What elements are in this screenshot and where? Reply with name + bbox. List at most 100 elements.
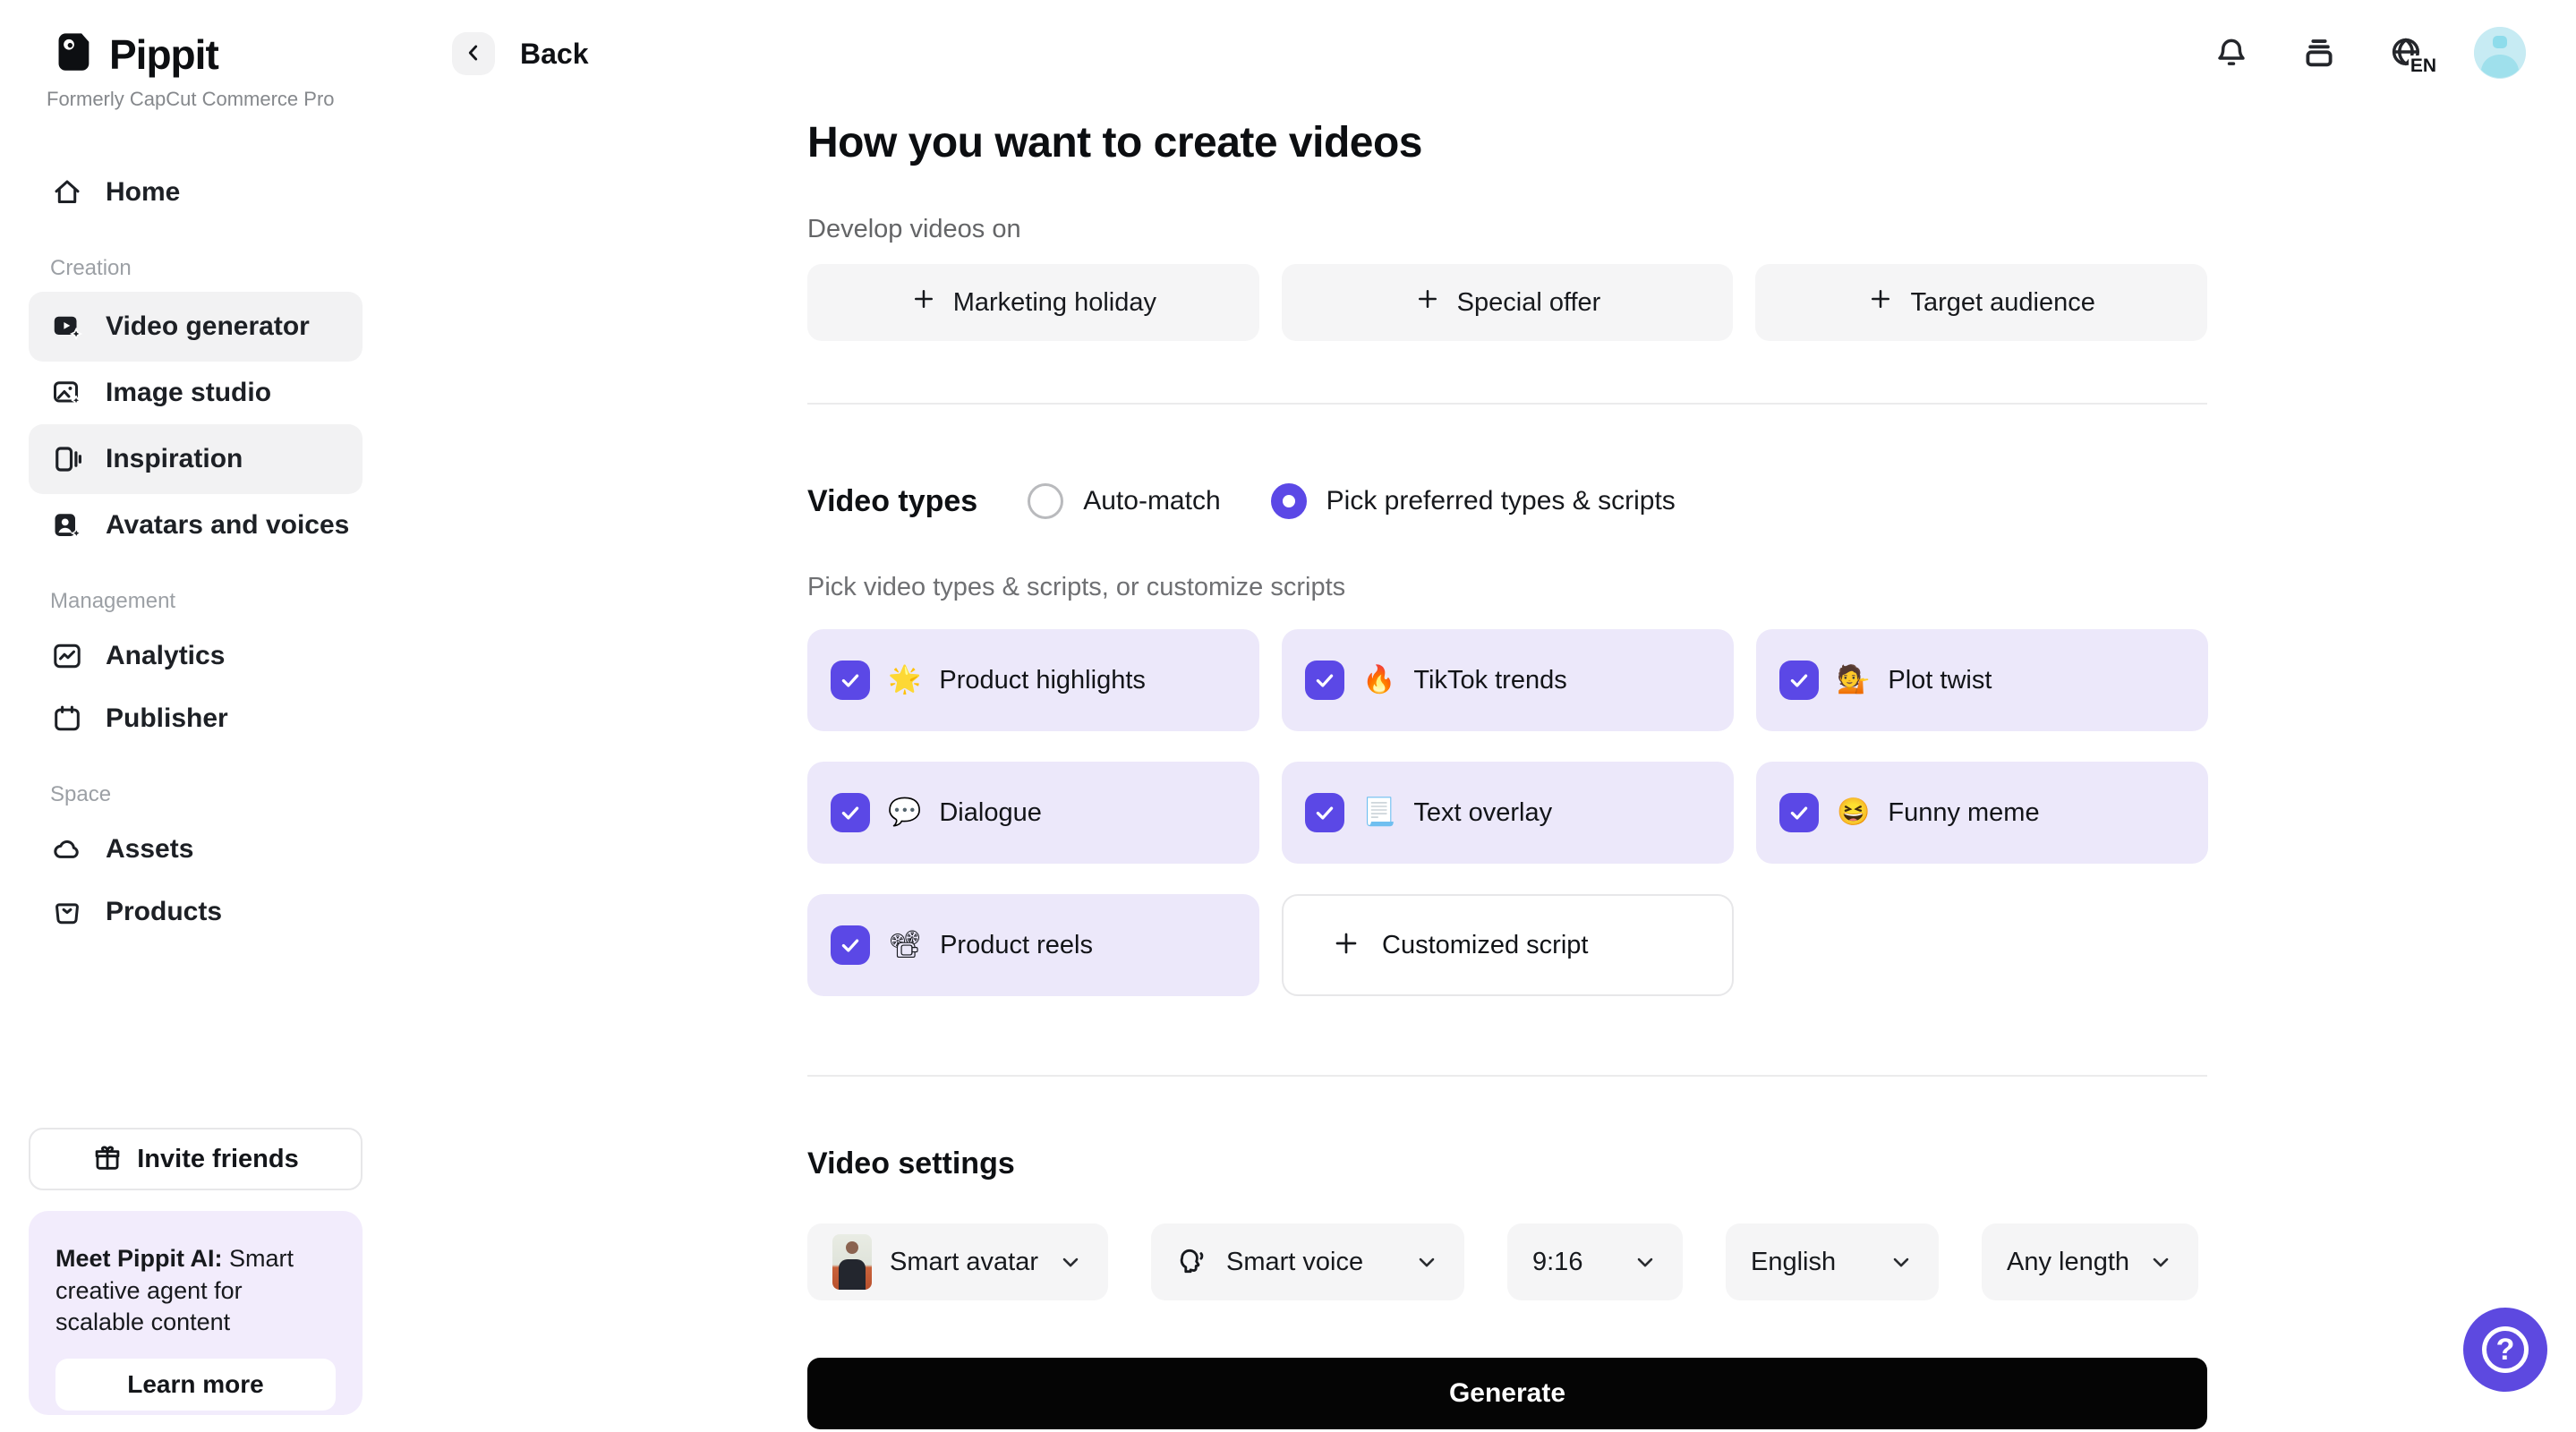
card-label: Funny meme	[1888, 798, 2039, 828]
promo-text: Meet Pippit AI: Smart creative agent for…	[55, 1243, 336, 1339]
video-type-cards-grid: 🌟 Product highlights 🔥 TikTok trends 💁 P…	[807, 629, 2208, 996]
sidebar-item-image-studio[interactable]: Image studio	[29, 362, 363, 424]
fire-emoji: 🔥	[1362, 667, 1395, 694]
home-icon	[50, 175, 84, 209]
promo-title: Meet Pippit AI:	[55, 1245, 223, 1272]
sidebar-item-label: Video generator	[106, 311, 310, 342]
film-projector-emoji: 📽	[888, 932, 922, 959]
smart-voice-dropdown[interactable]: Smart voice	[1151, 1223, 1464, 1300]
plus-icon	[1414, 286, 1441, 320]
section-divider	[807, 403, 2207, 405]
section-divider	[807, 1075, 2207, 1077]
back-button[interactable]	[452, 32, 495, 75]
card-plot-twist[interactable]: 💁 Plot twist	[1756, 629, 2208, 731]
develop-option-label: Marketing holiday	[953, 288, 1156, 318]
pippit-logo-icon	[50, 29, 97, 80]
develop-option-label: Special offer	[1457, 288, 1601, 318]
chevron-down-icon	[2148, 1249, 2173, 1274]
checkbox-checked-icon[interactable]	[1779, 793, 1819, 832]
image-studio-icon	[50, 376, 84, 410]
add-target-audience-button[interactable]: Target audience	[1755, 264, 2207, 341]
card-funny-meme[interactable]: 😆 Funny meme	[1756, 762, 2208, 864]
sidebar-item-products[interactable]: Products	[29, 881, 363, 943]
laughing-emoji: 😆	[1837, 799, 1870, 826]
chevron-left-icon	[462, 41, 485, 67]
video-settings-heading: Video settings	[807, 1146, 1015, 1181]
sidebar-item-analytics[interactable]: Analytics	[29, 625, 363, 687]
help-button[interactable]: ?	[2463, 1308, 2547, 1392]
develop-options-row: Marketing holiday Special offer Target a…	[807, 264, 2207, 341]
develop-option-label: Target audience	[1910, 288, 2094, 318]
radio-pick-preferred[interactable]: Pick preferred types & scripts	[1271, 483, 1676, 519]
card-label: Dialogue	[939, 798, 1041, 828]
checkbox-checked-icon[interactable]	[831, 661, 870, 700]
video-length-dropdown[interactable]: Any length	[1982, 1223, 2198, 1300]
checkbox-checked-icon[interactable]	[831, 793, 870, 832]
dropdown-value: Any length	[2007, 1248, 2129, 1277]
avatars-voices-icon	[50, 508, 84, 542]
user-avatar[interactable]	[2474, 27, 2526, 79]
dropdown-value: 9:16	[1532, 1248, 1582, 1277]
inbox-stack-icon[interactable]	[2299, 32, 2340, 73]
sidebar-nav: Home Creation Video generator	[29, 161, 363, 943]
chevron-down-icon	[1414, 1249, 1439, 1274]
video-settings-row: Smart avatar Smart voice 9:16	[807, 1223, 2198, 1300]
language-globe-icon[interactable]: EN	[2386, 32, 2427, 73]
radio-selected-icon	[1271, 483, 1307, 519]
checkbox-checked-icon[interactable]	[1305, 661, 1344, 700]
card-tiktok-trends[interactable]: 🔥 TikTok trends	[1282, 629, 1734, 731]
checkbox-checked-icon[interactable]	[1305, 793, 1344, 832]
sidebar-item-avatars-and-voices[interactable]: Avatars and voices	[29, 494, 363, 557]
brand-tagline: Formerly CapCut Commerce Pro	[47, 88, 335, 111]
add-special-offer-button[interactable]: Special offer	[1282, 264, 1734, 341]
card-product-reels[interactable]: 📽 Product reels	[807, 894, 1259, 996]
dropdown-value: Smart voice	[1226, 1248, 1363, 1277]
avatar-thumbnail	[832, 1234, 872, 1290]
sidebar-item-assets[interactable]: Assets	[29, 818, 363, 881]
add-marketing-holiday-button[interactable]: Marketing holiday	[807, 264, 1259, 341]
radio-label: Pick preferred types & scripts	[1326, 486, 1676, 516]
analytics-icon	[50, 639, 84, 673]
dropdown-value: English	[1751, 1248, 1836, 1277]
sidebar-item-label: Home	[106, 177, 180, 208]
sidebar-item-label: Avatars and voices	[106, 510, 349, 541]
app-root: Pippit Formerly CapCut Commerce Pro Home…	[0, 0, 2576, 1432]
plus-icon	[910, 286, 937, 320]
radio-auto-match[interactable]: Auto-match	[1028, 483, 1220, 519]
sidebar-item-home[interactable]: Home	[29, 161, 363, 224]
language-dropdown[interactable]: English	[1726, 1223, 1939, 1300]
card-product-highlights[interactable]: 🌟 Product highlights	[807, 629, 1259, 731]
generate-button[interactable]: Generate	[807, 1358, 2207, 1429]
sidebar-item-label: Publisher	[106, 703, 228, 734]
plus-icon	[1332, 929, 1361, 962]
page-title: How you want to create videos	[807, 118, 1422, 167]
brand-name: Pippit	[109, 30, 218, 79]
invite-friends-button[interactable]: Invite friends	[29, 1128, 363, 1190]
card-dialogue[interactable]: 💬 Dialogue	[807, 762, 1259, 864]
inspiration-icon	[50, 442, 84, 476]
brand-logo[interactable]: Pippit	[50, 29, 218, 80]
radio-label: Auto-match	[1083, 486, 1220, 516]
video-types-heading: Video types	[807, 484, 977, 519]
voice-icon	[1176, 1245, 1208, 1280]
sidebar-item-inspiration[interactable]: Inspiration	[29, 424, 363, 494]
shopping-bag-icon	[50, 895, 84, 929]
checkbox-checked-icon[interactable]	[1779, 661, 1819, 700]
back-label: Back	[520, 38, 589, 71]
section-label-creation: Creation	[50, 256, 363, 281]
section-label-management: Management	[50, 589, 363, 614]
notifications-bell-icon[interactable]	[2211, 32, 2252, 73]
card-text-overlay[interactable]: 📃 Text overlay	[1282, 762, 1734, 864]
sidebar-item-publisher[interactable]: Publisher	[29, 687, 363, 750]
card-label: Customized script	[1382, 931, 1588, 960]
smart-avatar-dropdown[interactable]: Smart avatar	[807, 1223, 1108, 1300]
aspect-ratio-dropdown[interactable]: 9:16	[1507, 1223, 1683, 1300]
customized-script-button[interactable]: Customized script	[1282, 894, 1734, 996]
chevron-down-icon	[1889, 1249, 1914, 1274]
radio-unselected-icon	[1028, 483, 1063, 519]
checkbox-checked-icon[interactable]	[831, 925, 870, 965]
learn-more-button[interactable]: Learn more	[55, 1359, 336, 1411]
card-label: TikTok trends	[1413, 666, 1566, 695]
sidebar-item-video-generator[interactable]: Video generator	[29, 292, 363, 362]
language-code-label: EN	[2409, 55, 2438, 77]
